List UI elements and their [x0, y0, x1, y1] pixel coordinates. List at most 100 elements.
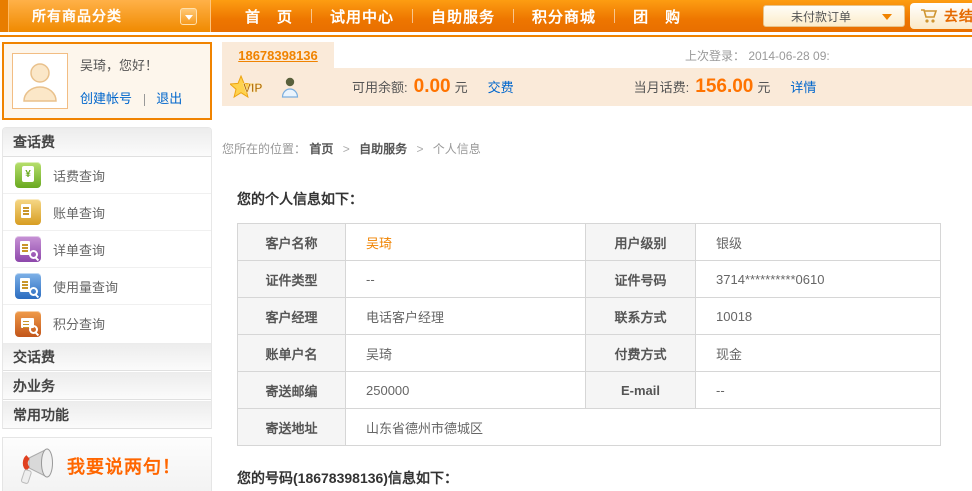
account-badges: VIP — [230, 75, 300, 99]
personal-info-table: 客户名称 吴琦 用户级别 银级 证件类型 -- 证件号码 3714*******… — [237, 223, 941, 446]
cell-value: 银级 — [696, 224, 941, 261]
cell-label: 证件类型 — [238, 261, 346, 298]
breadcrumb-prefix: 您所在的位置： — [222, 142, 306, 156]
cell-label: 寄送地址 — [238, 409, 346, 446]
currency-unit: 元 — [455, 77, 468, 96]
checkout-button[interactable]: 去结算 — [910, 3, 972, 29]
sidebar-item-bill-query[interactable]: 账单查询 — [3, 194, 211, 231]
nav-home[interactable]: 首 页 — [227, 6, 311, 27]
user-greeting: 吴琦，您好！ — [80, 55, 182, 74]
number-info-title: 您的号码(18678398136)信息如下： — [237, 468, 972, 488]
sidebar-item-label: 积分查询 — [53, 314, 105, 333]
sidebar-item-usage-query[interactable]: 使用量查询 — [3, 268, 211, 305]
link-divider — [144, 94, 145, 106]
cell-value: 3714**********0610 — [696, 261, 941, 298]
personal-info-title: 您的个人信息如下： — [237, 189, 972, 209]
bill-icon — [15, 199, 41, 225]
avatar — [12, 53, 68, 109]
breadcrumb-separator: > — [343, 142, 350, 156]
nav-points-mall[interactable]: 积分商城 — [514, 6, 614, 27]
nav-group-buy[interactable]: 团 购 — [615, 6, 699, 27]
megaphone-icon — [15, 444, 57, 488]
content: 吴琦，您好！ 创建帐号 退出 查话费 ¥ 话费查询 账单查询 — [0, 37, 972, 491]
sidebar-item-label: 详单查询 — [53, 240, 105, 259]
user-avatar-icon — [18, 59, 62, 103]
breadcrumb-home[interactable]: 首页 — [309, 142, 333, 156]
nav-self-service[interactable]: 自助服务 — [413, 6, 513, 27]
svg-text:VIP: VIP — [243, 81, 262, 95]
feedback-label: 我要说两句！ — [67, 453, 181, 479]
phone-number-link[interactable]: 18678398136 — [238, 48, 318, 63]
monthly-fee-label: 当月话费: — [634, 77, 690, 96]
breadcrumb-self-service[interactable]: 自助服务 — [359, 142, 407, 156]
table-row: 客户经理 电话客户经理 联系方式 10018 — [238, 298, 941, 335]
page: 所有商品分类 首 页 试用中心 自助服务 积分商城 团 购 未付款订单 去结算 — [0, 0, 972, 491]
user-meta: 吴琦，您好！ 创建帐号 退出 — [80, 55, 182, 107]
pay-fee-link[interactable]: 交费 — [488, 77, 514, 96]
sidebar-item-detail-query[interactable]: 详单查询 — [3, 231, 211, 268]
balance-value: 0.00 — [414, 76, 451, 98]
last-login-text: 上次登录： 2014-06-28 09: — [685, 47, 830, 64]
cell-value: 现金 — [696, 335, 941, 372]
cell-label: E-mail — [586, 372, 696, 409]
cell-label: 联系方式 — [586, 298, 696, 335]
cell-value: 吴琦 — [346, 335, 586, 372]
sidebar-item-points-query[interactable]: 积分查询 — [3, 305, 211, 342]
balance-group: 可用余额: 0.00 元 交费 — [352, 76, 514, 98]
breadcrumb-current: 个人信息 — [433, 142, 481, 156]
top-navigation-bar: 所有商品分类 首 页 试用中心 自助服务 积分商城 团 购 未付款订单 去结算 — [0, 0, 972, 32]
cell-value: 吴琦 — [346, 224, 586, 261]
sidebar-item-label: 使用量查询 — [53, 277, 118, 296]
menu-section-pay-fee[interactable]: 交话费 — [3, 342, 211, 371]
sidebar-item-fee-query[interactable]: ¥ 话费查询 — [3, 157, 211, 194]
vip-badge-icon: VIP — [230, 75, 272, 99]
sidebar-menu: 查话费 ¥ 话费查询 账单查询 详单查询 使用量查询 — [2, 127, 212, 429]
feedback-banner[interactable]: 我要说两句！ — [2, 437, 212, 491]
breadcrumb-separator: > — [416, 142, 423, 156]
user-small-icon — [280, 76, 300, 98]
sidebar-item-label: 账单查询 — [53, 203, 105, 222]
menu-section-common-functions[interactable]: 常用功能 — [3, 400, 211, 429]
monthly-fee-value: 156.00 — [695, 76, 753, 98]
cell-value: 电话客户经理 — [346, 298, 586, 335]
cell-label: 客户名称 — [238, 224, 346, 261]
menu-section-fee-query[interactable]: 查话费 — [3, 128, 211, 157]
usage-chart-icon — [15, 273, 41, 299]
cell-label: 证件号码 — [586, 261, 696, 298]
user-links: 创建帐号 退出 — [80, 88, 182, 107]
currency-unit: 元 — [757, 77, 770, 96]
detail-search-icon — [15, 236, 41, 262]
cell-value: -- — [346, 261, 586, 298]
cell-value: 10018 — [696, 298, 941, 335]
category-menu-button[interactable]: 所有商品分类 — [0, 0, 210, 32]
cell-label: 用户级别 — [586, 224, 696, 261]
sidebar-item-label: 话费查询 — [53, 166, 105, 185]
unpaid-orders-dropdown[interactable]: 未付款订单 — [763, 5, 905, 27]
main-panel: 18678398136 上次登录： 2014-06-28 09: VIP — [222, 42, 972, 491]
cart-icon — [920, 8, 938, 24]
user-box: 吴琦，您好！ 创建帐号 退出 — [2, 42, 212, 120]
phone-number-tab[interactable]: 18678398136 — [222, 42, 334, 68]
points-search-icon — [15, 311, 41, 337]
table-row: 账单户名 吴琦 付费方式 现金 — [238, 335, 941, 372]
logout-link[interactable]: 退出 — [156, 91, 182, 106]
table-row: 证件类型 -- 证件号码 3714**********0610 — [238, 261, 941, 298]
create-account-link[interactable]: 创建帐号 — [80, 91, 132, 106]
cell-label: 账单户名 — [238, 335, 346, 372]
table-row: 寄送邮编 250000 E-mail -- — [238, 372, 941, 409]
table-row: 客户名称 吴琦 用户级别 银级 — [238, 224, 941, 261]
nav-trial-center[interactable]: 试用中心 — [312, 6, 412, 27]
chevron-down-icon[interactable] — [180, 8, 197, 25]
phone-fee-icon: ¥ — [15, 162, 41, 188]
menu-section-handle-business[interactable]: 办业务 — [3, 371, 211, 400]
cell-label: 寄送邮编 — [238, 372, 346, 409]
checkout-label: 去结算 — [944, 6, 972, 26]
account-info-band: VIP 可用余额: 0.00 元 交费 当月话费: 156.00 元 — [222, 68, 972, 106]
cell-label: 客户经理 — [238, 298, 346, 335]
sidebar: 吴琦，您好！ 创建帐号 退出 查话费 ¥ 话费查询 账单查询 — [2, 42, 212, 491]
cell-value: 山东省德州市德城区 — [346, 409, 941, 446]
cell-value: 250000 — [346, 372, 586, 409]
detail-link[interactable]: 详情 — [790, 77, 816, 96]
table-row: 寄送地址 山东省德州市德城区 — [238, 409, 941, 446]
balance-label: 可用余额: — [352, 77, 408, 96]
